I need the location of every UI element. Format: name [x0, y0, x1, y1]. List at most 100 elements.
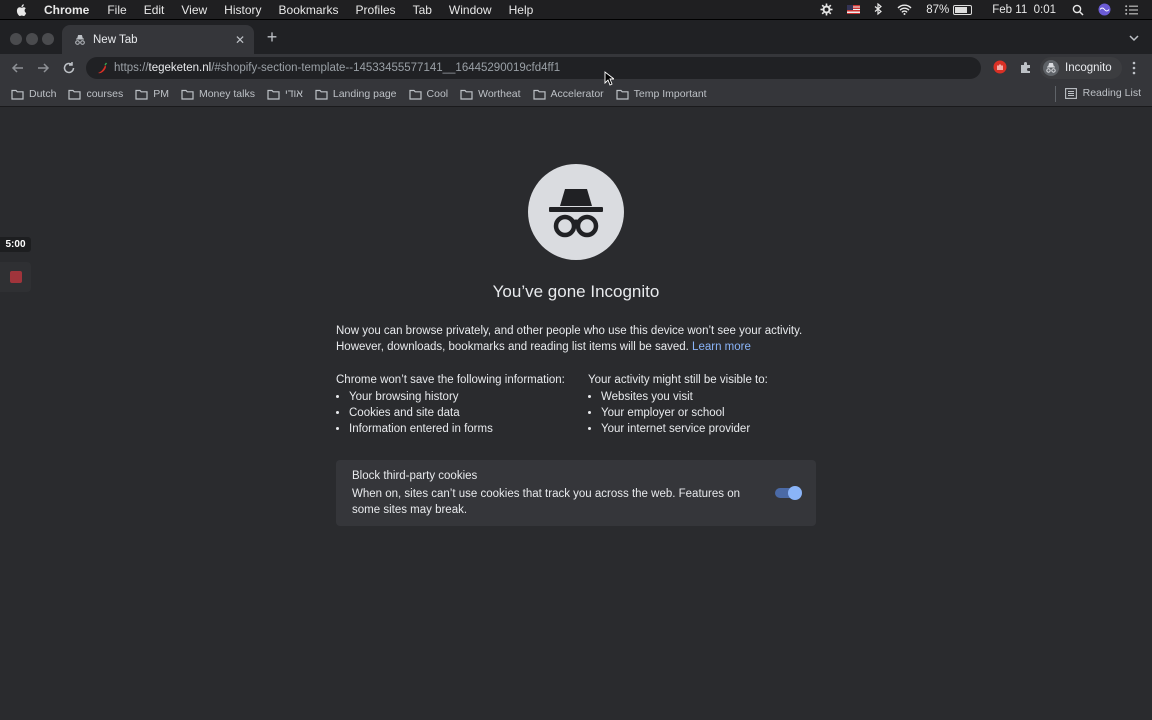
reload-icon[interactable]: [61, 60, 77, 76]
menu-view[interactable]: View: [181, 3, 207, 17]
bookmark-label: Money talks: [198, 88, 255, 100]
bookmark-label: Accelerator: [550, 88, 604, 100]
wont-save-list: Your browsing history Cookies and site d…: [336, 389, 565, 437]
menu-window[interactable]: Window: [449, 3, 492, 17]
menu-profiles[interactable]: Profiles: [356, 3, 396, 17]
folder-icon: [181, 89, 194, 100]
heading-emphasis: won’t save: [380, 374, 435, 386]
heading-emphasis: might still be visible: [652, 374, 752, 386]
tab-search-chevron-icon[interactable]: [1128, 32, 1140, 44]
tab-new-tab[interactable]: New Tab ✕: [62, 25, 254, 55]
recording-timer: 5:00: [0, 237, 31, 252]
bookmark-folder-hebrew[interactable]: אודי: [267, 88, 303, 100]
bookmark-folder-accelerator[interactable]: Accelerator: [532, 88, 604, 100]
browser-toolbar: https://tegeketen.nl/#shopify-section-te…: [0, 54, 1152, 82]
menu-history[interactable]: History: [224, 3, 261, 17]
third-party-cookie-card: Block third-party cookies When on, sites…: [336, 460, 816, 526]
might-be-visible-list: Websites you visit Your employer or scho…: [588, 389, 768, 437]
clock[interactable]: Feb 11 0:01: [992, 4, 1056, 16]
learn-more-link[interactable]: Learn more: [692, 341, 751, 353]
more-menu-icon[interactable]: [1128, 60, 1140, 76]
list-item: Cookies and site data: [349, 405, 565, 421]
toggle-knob: [788, 486, 802, 500]
bookmark-folder-dutch[interactable]: Dutch: [11, 88, 56, 100]
bookmark-folder-pm[interactable]: PM: [135, 88, 169, 100]
gear-status-icon[interactable]: [820, 3, 833, 16]
stop-square-icon: [10, 271, 22, 283]
cookie-card-description: When on, sites can’t use cookies that tr…: [352, 488, 741, 516]
new-tab-plus-icon[interactable]: +: [264, 28, 280, 46]
cookie-card-title: Block third-party cookies: [352, 470, 478, 482]
bookmark-folder-money-talks[interactable]: Money talks: [181, 88, 255, 100]
might-be-visible-heading: Your activity might still be visible to:: [588, 374, 768, 386]
menu-edit[interactable]: Edit: [144, 3, 165, 17]
menu-bookmarks[interactable]: Bookmarks: [279, 3, 339, 17]
bookmarks-bar: Dutch courses PM Money talks אודי Landin…: [0, 82, 1152, 107]
bookmarks-divider: [1054, 86, 1056, 102]
folder-icon: [135, 89, 148, 100]
list-item: Information entered in forms: [349, 421, 565, 437]
bookmark-folder-landing-page[interactable]: Landing page: [315, 88, 397, 100]
incognito-avatar-icon: [1043, 60, 1059, 76]
wifi-icon[interactable]: [897, 4, 912, 15]
reading-list-button[interactable]: Reading List: [1054, 86, 1141, 102]
window-close-button[interactable]: [10, 33, 22, 45]
bookmark-label: Temp Important: [633, 88, 707, 100]
notification-center-icon[interactable]: [1125, 4, 1138, 15]
extensions-puzzle-icon[interactable]: [1019, 60, 1033, 74]
extension-hand-icon[interactable]: [993, 60, 1007, 74]
bookmark-folder-wortheat[interactable]: Wortheat: [460, 88, 521, 100]
menu-file[interactable]: File: [107, 3, 126, 17]
apple-logo-icon[interactable]: [15, 3, 29, 17]
bookmark-folder-cool[interactable]: Cool: [408, 88, 448, 100]
bookmark-folder-courses[interactable]: courses: [68, 88, 123, 100]
heading-text: Your activity: [588, 374, 653, 386]
block-cookies-toggle[interactable]: [775, 486, 802, 500]
folder-icon: [11, 89, 24, 100]
incognito-tab-icon: [75, 35, 85, 45]
tab-title: New Tab: [93, 34, 138, 46]
battery-percent: 87%: [926, 3, 950, 16]
incognito-hero-icon: [528, 164, 624, 260]
menu-tab[interactable]: Tab: [413, 3, 432, 17]
macos-menu-bar: Chrome File Edit View History Bookmarks …: [0, 0, 1152, 19]
list-item: Your employer or school: [601, 405, 768, 421]
incognito-profile-button[interactable]: Incognito: [1040, 57, 1122, 79]
spotlight-search-icon[interactable]: [1072, 4, 1084, 16]
battery-status[interactable]: 87%: [926, 3, 973, 16]
tab-close-icon[interactable]: ✕: [234, 34, 246, 46]
url-host: tegeketen.nl: [148, 62, 212, 74]
bookmark-label: אודי: [284, 88, 303, 100]
site-favicon-pepper-icon: [98, 62, 108, 73]
folder-icon: [68, 89, 82, 100]
menu-help[interactable]: Help: [509, 3, 534, 17]
window-minimize-button[interactable]: [26, 33, 38, 45]
folder-icon: [532, 89, 546, 100]
heading-text: to:: [751, 374, 768, 386]
heading-text: Chrome: [336, 374, 381, 386]
bookmark-folder-temp-important[interactable]: Temp Important: [616, 88, 707, 100]
siri-icon[interactable]: [1098, 3, 1111, 16]
address-bar[interactable]: https://tegeketen.nl/#shopify-section-te…: [86, 57, 981, 79]
wont-save-section: Chrome won’t save the following informat…: [336, 374, 565, 437]
window-zoom-button[interactable]: [42, 33, 54, 45]
forward-arrow-icon[interactable]: [35, 60, 51, 76]
folder-icon: [460, 89, 473, 100]
url-path: /#shopify-section-template--145334555771…: [211, 62, 561, 74]
folder-icon: [408, 89, 422, 100]
menubar-status-area: 87% Feb 11 0:01: [820, 0, 1152, 19]
bluetooth-icon[interactable]: [874, 3, 883, 16]
bookmark-label: Wortheat: [478, 88, 521, 100]
back-arrow-icon[interactable]: [10, 60, 26, 76]
bookmark-label: courses: [86, 88, 124, 100]
us-flag-input-icon[interactable]: [847, 5, 861, 14]
reading-list-label: Reading List: [1082, 87, 1141, 99]
list-item: Your browsing history: [349, 389, 565, 405]
intro-paragraph: Now you can browse privately, and other …: [336, 323, 816, 355]
tab-strip: New Tab ✕ +: [0, 19, 1152, 55]
page-headline: You’ve gone Incognito: [492, 282, 660, 301]
menu-app-chrome[interactable]: Chrome: [44, 3, 89, 17]
stop-recording-button[interactable]: [0, 262, 31, 292]
battery-icon: [953, 4, 973, 15]
list-item: Your internet service provider: [601, 421, 768, 437]
